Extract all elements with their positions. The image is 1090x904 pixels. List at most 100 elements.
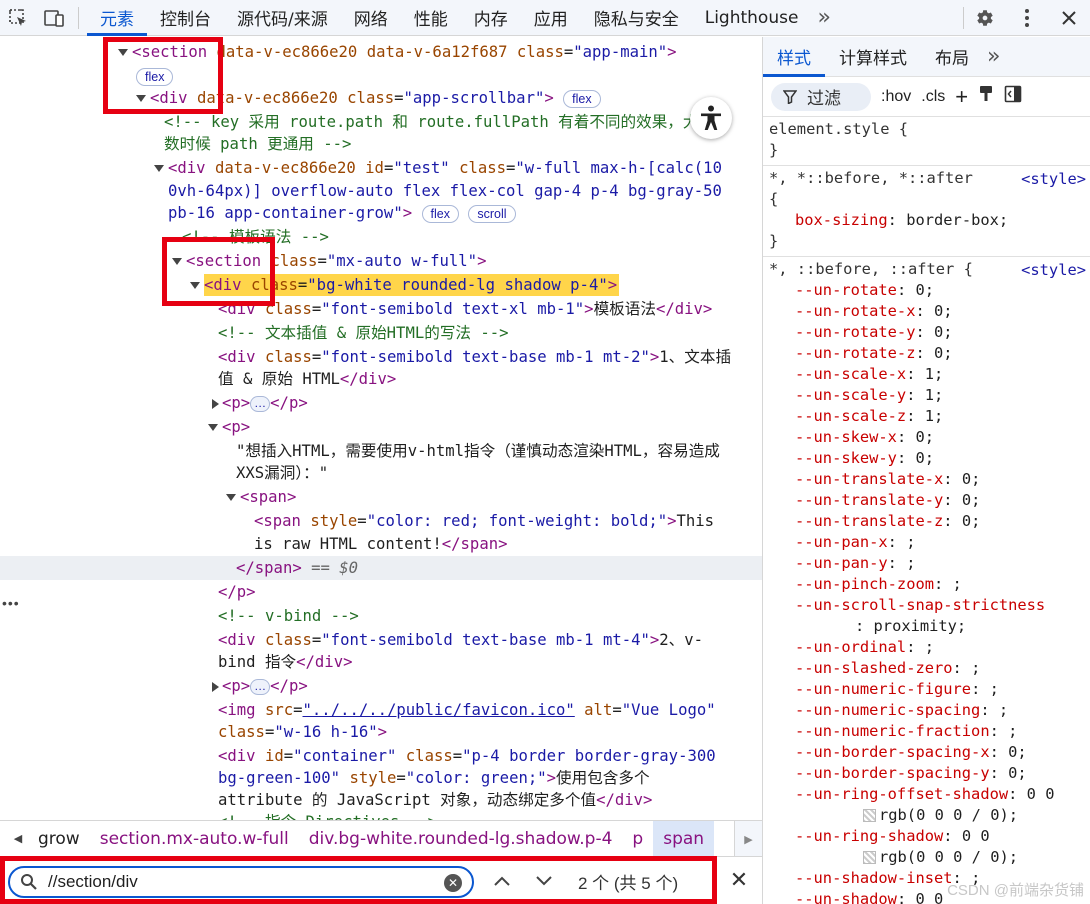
dom-comment[interactable]: <!-- 文本插值 & 原始HTML的写法 --> [218, 322, 509, 344]
css-property[interactable]: --un-translate-x: 0; [769, 469, 1090, 490]
css-property[interactable]: --un-scroll-snap-strictness [769, 595, 1090, 616]
expand-triangle-icon[interactable] [226, 494, 236, 501]
settings-gear-icon[interactable] [964, 0, 1006, 36]
flex-badge[interactable]: flex [563, 89, 601, 108]
dom-text-node[interactable]: "想插入HTML，需要使用v-html指令（谨慎动态渲染HTML，容易造成 [236, 440, 720, 462]
property-value: 0; [934, 344, 953, 362]
tab-application[interactable]: 应用 [521, 0, 581, 36]
selected-node-row[interactable] [0, 556, 762, 580]
css-property[interactable]: --un-translate-z: 0; [769, 511, 1090, 532]
tab-network[interactable]: 网络 [341, 0, 401, 36]
tab-layout[interactable]: 布局 [921, 37, 983, 77]
paint-brush-icon[interactable] [978, 85, 994, 108]
css-property[interactable]: --un-slashed-zero: ; [769, 658, 1090, 679]
css-property[interactable]: box-sizing: border-box; [769, 210, 1090, 231]
dom-comment-partial[interactable]: <!-- 指令 Directives --> [218, 811, 437, 820]
css-property[interactable]: --un-ring-shadow: 0 0 [769, 826, 1090, 847]
rule-unocss-vars[interactable]: *, ::before, ::after { <style> --un-rota… [763, 257, 1090, 904]
tab-privacy-security[interactable]: 隐私与安全 [581, 0, 692, 36]
css-property[interactable]: --un-ordinal: ; [769, 637, 1090, 658]
css-property[interactable]: --un-translate-y: 0; [769, 490, 1090, 511]
attr-value-link[interactable]: "../../../public/favicon.ico" [303, 701, 575, 719]
breadcrumb-scroll-right-icon[interactable]: ▶ [734, 821, 762, 857]
accessibility-icon[interactable] [690, 97, 732, 139]
breadcrumb-item[interactable]: div.bg-white.rounded-lg.shadow.p-4 [299, 821, 623, 857]
tab-performance[interactable]: 性能 [401, 0, 461, 36]
css-property[interactable]: --un-scale-z: 1; [769, 406, 1090, 427]
collapse-triangle-icon[interactable] [212, 682, 219, 692]
css-property[interactable]: --un-rotate-y: 0; [769, 322, 1090, 343]
tab-elements[interactable]: 元素 [87, 0, 147, 36]
rule-element-style[interactable]: element.style { } [763, 117, 1090, 166]
scroll-badge[interactable]: scroll [468, 204, 516, 223]
rule-source-link[interactable]: <style> [1021, 260, 1086, 281]
dom-node-div-vbind[interactable]: <div class="font-semibold text-base mb-1… [218, 629, 703, 651]
dom-node-p-collapsed[interactable]: <p>… </p> [222, 675, 308, 697]
css-property[interactable]: --un-numeric-fraction: ; [769, 721, 1090, 742]
tab-styles[interactable]: 样式 [763, 37, 825, 77]
more-tabs-chevron-icon[interactable]: » [811, 0, 836, 36]
tab-sources[interactable]: 源代码/来源 [224, 0, 341, 36]
dom-node-span-styled[interactable]: <span style="color: red; font-weight: bo… [254, 510, 714, 532]
new-rule-plus-icon[interactable]: + [955, 84, 968, 110]
dom-node-span[interactable]: <span> [240, 486, 296, 508]
device-toolbar-icon[interactable] [36, 0, 72, 36]
ellipsis-expand-icon[interactable]: … [250, 678, 271, 695]
tab-console[interactable]: 控制台 [147, 0, 224, 36]
css-property[interactable]: --un-border-spacing-x: 0; [769, 742, 1090, 763]
css-property[interactable]: --un-pan-x: ; [769, 532, 1090, 553]
dom-comment[interactable]: <!-- key 采用 route.path 和 route.fullPath … [164, 111, 714, 133]
css-property[interactable]: --un-pinch-zoom: ; [769, 574, 1090, 595]
tag-close: > [544, 89, 554, 107]
css-property[interactable]: --un-ring-offset-shadow: 0 0 [769, 784, 1090, 805]
close-search-icon[interactable]: ✕ [726, 867, 752, 893]
dom-node-p[interactable]: <p> [222, 416, 250, 438]
class-toggle[interactable]: .cls [921, 88, 945, 106]
css-property[interactable]: --un-rotate-x: 0; [769, 301, 1090, 322]
dom-node-p-end[interactable]: </p> [218, 581, 256, 603]
dom-node-img[interactable]: <img src="../../../public/favicon.ico" a… [218, 699, 716, 721]
dom-node-span-end-selected[interactable]: </span> == $0 [236, 557, 358, 579]
filter-input[interactable]: 过滤 [771, 82, 871, 111]
css-property[interactable]: --un-numeric-spacing: ; [769, 700, 1090, 721]
css-property[interactable]: --un-rotate: 0; [769, 280, 1090, 301]
collapse-triangle-icon[interactable] [212, 399, 219, 409]
more-options-kebab-icon[interactable] [1006, 0, 1048, 36]
rule-box-sizing[interactable]: *, *::before, *::after <style> { box-siz… [763, 166, 1090, 257]
expand-triangle-icon[interactable] [208, 424, 218, 431]
css-property[interactable]: --un-pan-y: ; [769, 553, 1090, 574]
breadcrumb-item[interactable]: p [622, 821, 653, 857]
flex-badge[interactable]: flex [421, 204, 459, 223]
dom-node-div-container[interactable]: <div id="container" class="p-4 border bo… [218, 745, 716, 767]
breadcrumb-scroll-left-icon[interactable]: ◀ [0, 821, 36, 857]
css-property[interactable]: --un-border-spacing-y: 0; [769, 763, 1090, 784]
css-property[interactable]: --un-rotate-z: 0; [769, 343, 1090, 364]
dom-node-div-test[interactable]: <div data-v-ec866e20 id="test" class="w-… [168, 157, 722, 179]
dom-node-div-subtitle[interactable]: <div class="font-semibold text-base mb-1… [218, 346, 731, 368]
breadcrumb-item[interactable]: section.mx-auto.w-full [90, 821, 299, 857]
css-property[interactable]: --un-skew-y: 0; [769, 448, 1090, 469]
expand-triangle-icon[interactable] [154, 165, 164, 172]
node-actions-dots-icon[interactable]: ••• [2, 595, 20, 611]
inspect-element-icon[interactable] [0, 0, 36, 36]
breadcrumb-item-selected[interactable]: span [653, 820, 715, 857]
close-devtools-icon[interactable] [1048, 0, 1090, 36]
rule-source-link[interactable]: <style> [1021, 169, 1086, 190]
tab-lighthouse[interactable]: Lighthouse [692, 0, 812, 36]
breadcrumb-item[interactable]: grow [36, 821, 90, 857]
css-property[interactable]: --un-skew-x: 0; [769, 427, 1090, 448]
ellipsis-expand-icon[interactable]: … [250, 395, 271, 412]
tab-computed[interactable]: 计算样式 [825, 37, 921, 77]
css-property[interactable]: --un-scale-y: 1; [769, 385, 1090, 406]
css-property[interactable]: --un-scale-x: 1; [769, 364, 1090, 385]
more-tabs-chevron-icon[interactable]: » [983, 37, 1004, 77]
toggle-sidebar-icon[interactable] [1004, 85, 1022, 108]
dom-node-div-title[interactable]: <div class="font-semibold text-xl mb-1">… [218, 298, 712, 320]
color-swatch-icon[interactable] [863, 851, 876, 864]
color-swatch-icon[interactable] [863, 809, 876, 822]
tab-memory[interactable]: 内存 [461, 0, 521, 36]
dom-node-p-collapsed[interactable]: <p>… </p> [222, 392, 308, 414]
dom-comment[interactable]: <!-- v-bind --> [218, 605, 359, 627]
hover-state-toggle[interactable]: :hov [881, 88, 911, 106]
css-property[interactable]: --un-numeric-figure: ; [769, 679, 1090, 700]
